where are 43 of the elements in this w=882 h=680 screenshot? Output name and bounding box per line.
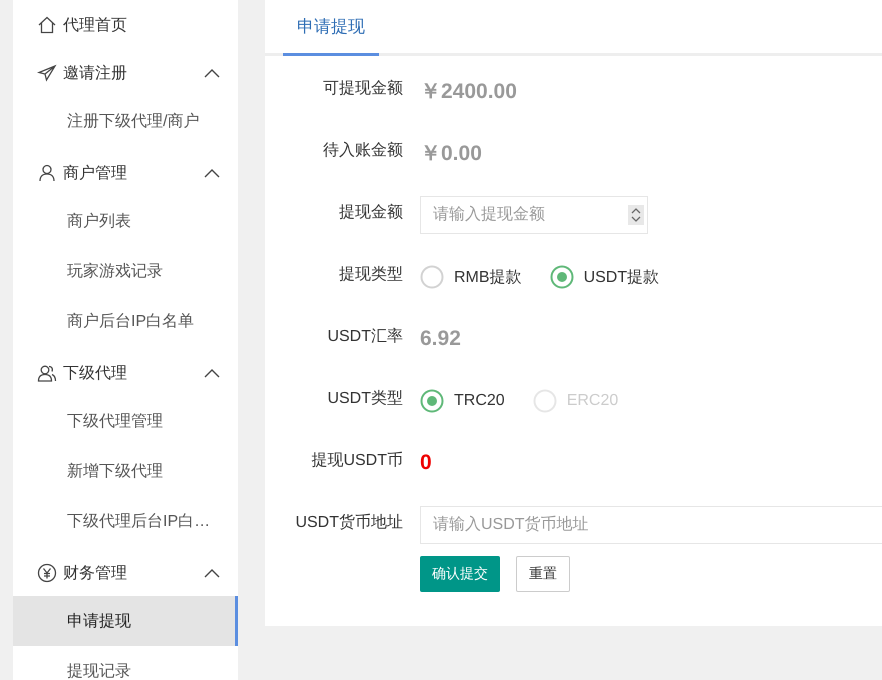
- amount-input[interactable]: 请输入提现金额: [420, 196, 648, 234]
- sidebar-group[interactable]: 商户管理: [13, 150, 238, 196]
- sidebar-group[interactable]: 财务管理: [13, 550, 238, 596]
- field-label: USDT货币地址: [294, 512, 403, 532]
- amount-value: 6.92: [420, 327, 461, 351]
- radio-label: RMB提款: [454, 268, 522, 288]
- sidebar-item[interactable]: 玩家游戏记录: [13, 246, 238, 296]
- yen-icon: [37, 563, 57, 583]
- sidebar-item[interactable]: 注册下级代理/商户: [13, 96, 238, 146]
- paper-plane-icon: [37, 63, 57, 83]
- field-label: 可提现金额: [322, 78, 403, 98]
- submit-button[interactable]: 确认提交: [420, 556, 500, 592]
- sidebar-group[interactable]: 邀请注册: [13, 50, 238, 96]
- sidebar-item[interactable]: 下级代理管理: [13, 396, 238, 446]
- field-label: 提现类型: [338, 264, 403, 284]
- reset-button[interactable]: 重置: [516, 556, 570, 592]
- sidebar-item[interactable]: 提现记录: [13, 646, 238, 680]
- field-label: 提现USDT币: [310, 450, 403, 470]
- sidebar-item[interactable]: 申请提现: [13, 596, 238, 646]
- radio-button[interactable]: [550, 265, 574, 289]
- spinner-icon: [628, 205, 644, 225]
- field-label: 提现金额: [338, 202, 403, 222]
- address-input[interactable]: 请输入USDT货币地址: [420, 506, 882, 544]
- sidebar-item[interactable]: 代理首页: [13, 0, 238, 50]
- radio-label: USDT提款: [584, 268, 660, 288]
- sidebar-group[interactable]: 下级代理: [13, 350, 238, 396]
- people-icon: [37, 363, 57, 383]
- sidebar-item[interactable]: 商户后台IP白名单: [13, 296, 238, 346]
- tab[interactable]: 申请提现: [283, 0, 379, 56]
- radio-button[interactable]: [420, 265, 444, 289]
- sidebar-item[interactable]: 新增下级代理: [13, 446, 238, 496]
- amount-value: 0: [420, 451, 432, 475]
- sidebar-item[interactable]: 商户列表: [13, 196, 238, 246]
- home-icon: [37, 15, 57, 35]
- amount-value: ￥2400.00: [420, 79, 517, 105]
- person-icon: [37, 163, 57, 183]
- radio-button[interactable]: [420, 389, 444, 413]
- sidebar-item[interactable]: 下级代理后台IP白…: [13, 496, 238, 546]
- field-label: USDT汇率: [326, 326, 403, 346]
- amount-value: ￥0.00: [420, 141, 482, 167]
- field-label: 待入账金额: [322, 140, 403, 160]
- field-label: USDT类型: [326, 388, 403, 408]
- radio-label: TRC20: [454, 392, 505, 410]
